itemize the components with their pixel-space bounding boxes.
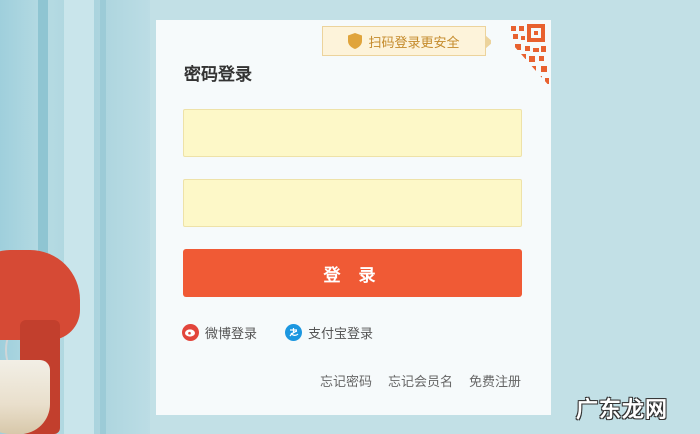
alipay-login-link[interactable]: 支付宝登录 (285, 323, 373, 342)
site-watermark: 广东龙网 (575, 398, 668, 423)
login-title: 密码登录 (184, 65, 252, 85)
password-input[interactable] (183, 179, 522, 227)
login-button[interactable]: 登 录 (183, 249, 522, 297)
weibo-icon (182, 324, 199, 341)
forgot-password-link[interactable]: 忘记密码 (320, 371, 372, 390)
username-input[interactable] (183, 109, 522, 157)
login-panel: 密码登录 扫码登录更安全 登 录 微博登录 支付宝登录 忘记密码 忘记会员名 免… (156, 20, 551, 415)
shield-icon (348, 33, 363, 49)
alipay-icon (285, 324, 302, 341)
background-stripe (100, 0, 106, 434)
register-link[interactable]: 免费注册 (469, 371, 521, 390)
background-stripe (64, 0, 94, 434)
account-links: 忘记密码 忘记会员名 免费注册 (320, 371, 521, 390)
mixer-bowl-image (0, 360, 50, 434)
forgot-member-name-link[interactable]: 忘记会员名 (388, 371, 453, 390)
qr-code-icon[interactable] (491, 20, 551, 88)
weibo-login-link[interactable]: 微博登录 (182, 323, 257, 342)
weibo-login-label: 微博登录 (205, 327, 258, 342)
alipay-login-label: 支付宝登录 (308, 327, 374, 342)
qr-login-tip-label: 扫码登录更安全 (368, 35, 460, 51)
qr-login-tip[interactable]: 扫码登录更安全 (322, 26, 493, 56)
